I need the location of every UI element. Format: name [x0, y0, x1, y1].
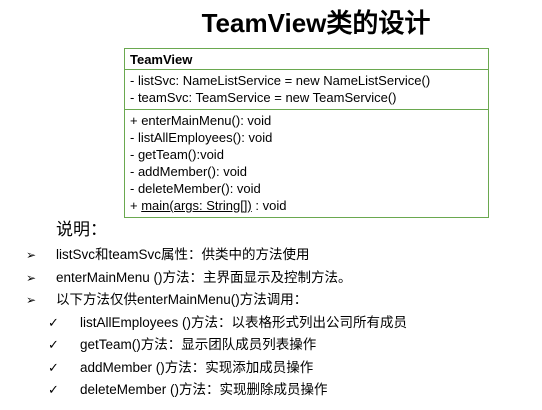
- checkmark-icon: ✓: [48, 314, 59, 330]
- uml-static-method-suffix: : void: [251, 198, 287, 213]
- uml-attributes-section: - listSvc: NameListService = new NameLis…: [125, 69, 488, 109]
- uml-static-method: + main(args: String[]) : void: [130, 197, 483, 214]
- list-item-text: enterMainMenu ()方法：主界面显示及控制方法。: [56, 269, 352, 285]
- page-title: TeamView类的设计: [201, 8, 431, 38]
- uml-method: - addMember(): void: [130, 164, 248, 179]
- uml-class-box: TeamView - listSvc: NameListService = ne…: [124, 48, 489, 218]
- uml-method: - listAllEmployees(): void: [130, 130, 273, 145]
- uml-method: - deleteMember(): void: [130, 181, 261, 196]
- list-item-text: listAllEmployees ()方法：以表格形式列出公司所有成员: [80, 314, 408, 330]
- list-item: ➢ listSvc和teamSvc属性：供类中的方法使用: [26, 244, 536, 267]
- checkmark-icon: ✓: [48, 382, 59, 397]
- list-item: ➢ enterMainMenu ()方法：主界面显示及控制方法。: [26, 267, 536, 290]
- uml-static-method-signature: main(args: String[]): [141, 198, 252, 213]
- list-item: ✓ listAllEmployees ()方法：以表格形式列出公司所有成员: [26, 312, 536, 335]
- list-item: ➢ 以下方法仅供enterMainMenu()方法调用：: [26, 289, 536, 312]
- arrow-bullet-icon: ➢: [26, 293, 37, 307]
- checkmark-icon: ✓: [48, 337, 59, 352]
- list-item-text: listSvc和teamSvc属性：供类中的方法使用: [56, 247, 310, 262]
- uml-attribute: - teamSvc: TeamService = new TeamService…: [130, 90, 397, 105]
- uml-methods-section: + enterMainMenu(): void - listAllEmploye…: [125, 109, 488, 217]
- uml-method: - getTeam():void: [130, 147, 224, 162]
- uml-class-name: TeamView: [130, 52, 193, 67]
- list-item-text: addMember ()方法：实现添加成员操作: [80, 359, 314, 375]
- list-item-text: getTeam()方法：显示团队成员列表操作: [80, 337, 317, 352]
- uml-attribute: - listSvc: NameListService = new NameLis…: [130, 73, 431, 88]
- list-item: ✓ deleteMember ()方法：实现删除成员操作: [26, 379, 536, 402]
- explanation-label: 说明：: [56, 220, 107, 240]
- list-item: ✓ getTeam()方法：显示团队成员列表操作: [26, 334, 536, 357]
- uml-class-name-section: TeamView: [125, 49, 488, 69]
- list-item-text: deleteMember ()方法：实现删除成员操作: [80, 382, 328, 397]
- list-item: ✓ addMember ()方法：实现添加成员操作: [26, 357, 536, 380]
- checkmark-icon: ✓: [48, 359, 59, 375]
- arrow-bullet-icon: ➢: [26, 270, 37, 285]
- explanation-list: ➢ listSvc和teamSvc属性：供类中的方法使用 ➢ enterMain…: [26, 244, 536, 402]
- uml-static-method-prefix: +: [130, 198, 142, 213]
- arrow-bullet-icon: ➢: [26, 248, 37, 262]
- uml-method: + enterMainMenu(): void: [130, 113, 272, 128]
- list-item-text: 以下方法仅供enterMainMenu()方法调用：: [56, 292, 308, 307]
